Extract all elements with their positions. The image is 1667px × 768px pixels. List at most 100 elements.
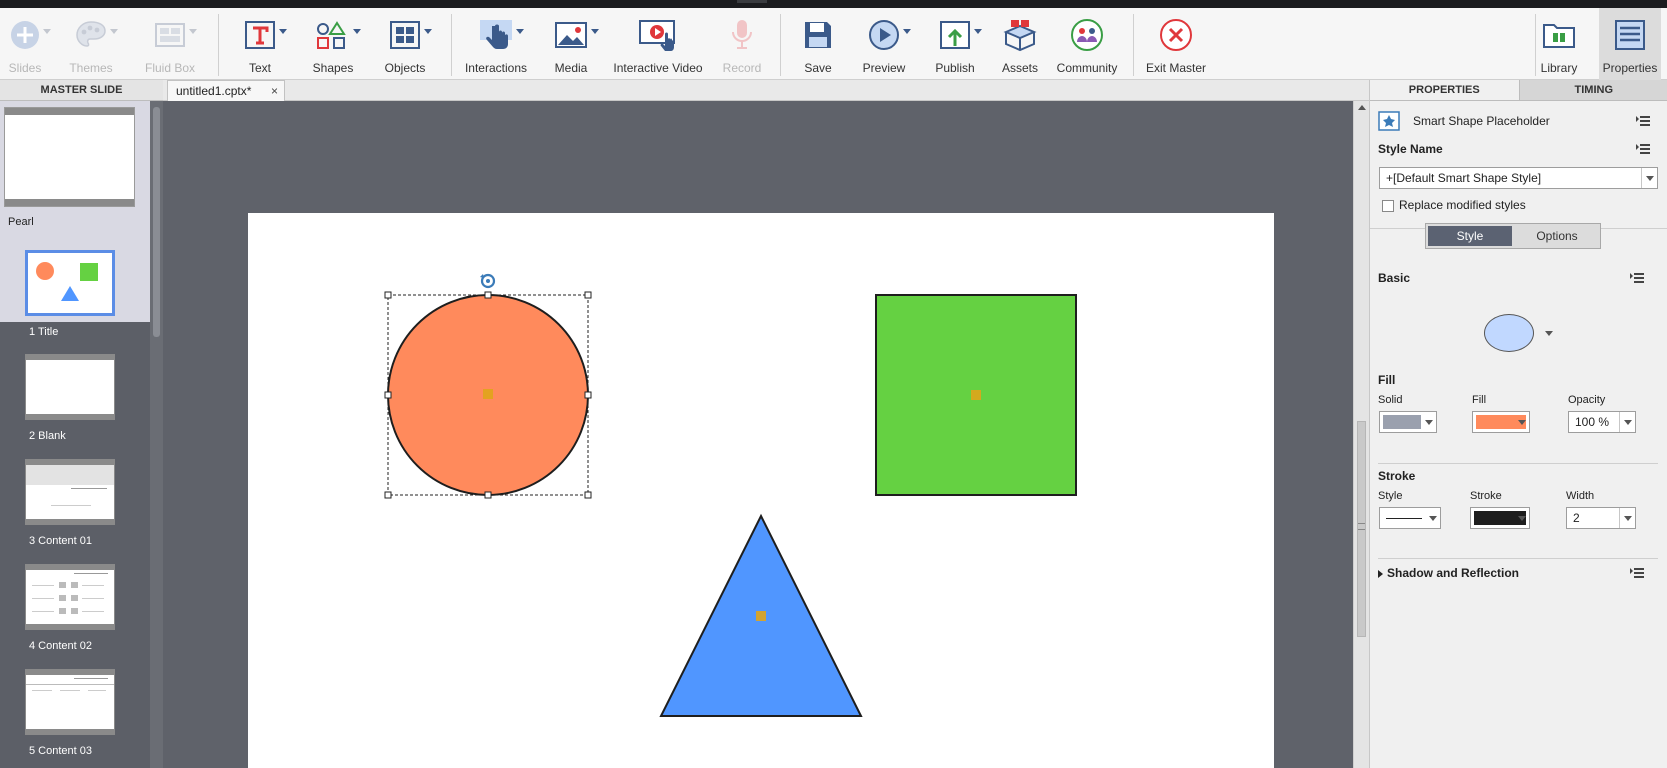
- rotate-handle-icon[interactable]: [480, 273, 496, 289]
- preview-label: Preview: [862, 61, 906, 75]
- style-name-value: +[Default Smart Shape Style]: [1386, 171, 1542, 185]
- basic-menu-icon[interactable]: [1630, 273, 1644, 285]
- save-label: Save: [804, 61, 832, 75]
- stroke-style-label: Style: [1378, 490, 1403, 502]
- interactive-video-button[interactable]: Interactive Video: [612, 8, 704, 80]
- stroke-color-label: Stroke: [1470, 490, 1502, 502]
- layout-thumbnail: [25, 459, 115, 525]
- filmstrip-panel: MASTER SLIDE Pearl 1 Title 2 Blank 3 Con…: [0, 80, 163, 768]
- properties-button[interactable]: Properties: [1599, 8, 1661, 80]
- hand-pointer-icon: [478, 15, 524, 55]
- document-tab-strip: untitled1.cptx* ×: [163, 80, 1369, 101]
- slides-button[interactable]: Slides: [0, 8, 51, 80]
- panel-menu-icon[interactable]: [1636, 116, 1650, 128]
- slides-label: Slides: [8, 61, 42, 75]
- publish-icon: [938, 15, 982, 55]
- stroke-width-select[interactable]: 2: [1566, 507, 1636, 529]
- shadow-reflection-heading[interactable]: Shadow and Reflection: [1387, 566, 1519, 580]
- layout-label: 5 Content 03: [29, 745, 92, 757]
- add-slide-icon: [9, 15, 51, 55]
- layout-thumbnail: [25, 669, 115, 735]
- media-button[interactable]: Media: [546, 8, 599, 80]
- main-toolbar: Slides Themes Fluid Box Text Shapes Obje…: [0, 8, 1667, 80]
- record-button[interactable]: Record: [720, 8, 764, 80]
- library-button[interactable]: Library: [1535, 8, 1583, 80]
- shapes-label: Shapes: [312, 61, 354, 75]
- segment-options[interactable]: Options: [1514, 224, 1600, 248]
- interactive-video-icon: [637, 15, 679, 55]
- fill-color-picker[interactable]: [1472, 411, 1530, 433]
- master-slide-thumbnail: [4, 107, 135, 207]
- fluid-box-button[interactable]: Fluid Box: [140, 8, 200, 80]
- square-shape[interactable]: [875, 294, 1077, 496]
- fill-color-label: Fill: [1472, 394, 1487, 406]
- text-button[interactable]: Text: [236, 8, 287, 80]
- fill-heading: Fill: [1378, 373, 1396, 387]
- document-tab[interactable]: untitled1.cptx* ×: [167, 80, 285, 101]
- tab-timing[interactable]: TIMING: [1519, 80, 1667, 100]
- layout-label: 1 Title: [29, 326, 59, 338]
- exit-master-button[interactable]: Exit Master: [1142, 8, 1210, 80]
- preview-button[interactable]: Preview: [859, 8, 911, 80]
- segment-style[interactable]: Style: [1428, 226, 1512, 246]
- image-icon: [553, 15, 599, 55]
- shapes-button[interactable]: Shapes: [307, 8, 361, 80]
- properties-panel-icon: [1613, 15, 1647, 55]
- stroke-style-select[interactable]: [1379, 507, 1441, 529]
- interactions-label: Interactions: [464, 61, 528, 75]
- style-name-select[interactable]: +[Default Smart Shape Style]: [1379, 167, 1658, 189]
- opacity-label: Opacity: [1568, 394, 1606, 406]
- themes-button[interactable]: Themes: [66, 8, 118, 80]
- layout-thumbnail: [25, 354, 115, 420]
- shadow-menu-icon[interactable]: [1630, 568, 1644, 580]
- interactions-button[interactable]: Interactions: [464, 8, 528, 80]
- publish-button[interactable]: Publish: [931, 8, 982, 80]
- triangle-shape[interactable]: [659, 513, 863, 717]
- microphone-icon: [727, 15, 757, 55]
- window-title-strip: [0, 0, 1667, 8]
- opacity-select[interactable]: 100 %: [1568, 411, 1636, 433]
- layout-label: 4 Content 02: [29, 640, 92, 652]
- community-button[interactable]: Community: [1057, 8, 1117, 80]
- object-name: Smart Shape Placeholder: [1413, 114, 1550, 128]
- themes-label: Themes: [69, 61, 113, 75]
- tab-properties[interactable]: PROPERTIES: [1370, 80, 1520, 100]
- style-menu-icon[interactable]: [1636, 144, 1650, 156]
- layout-thumbnail: [25, 250, 115, 316]
- basic-heading: Basic: [1378, 271, 1411, 285]
- stroke-color-picker[interactable]: [1470, 507, 1530, 529]
- interactive-video-label: Interactive Video: [613, 61, 703, 75]
- filmstrip-scrollbar[interactable]: [150, 101, 163, 768]
- document-tab-label: untitled1.cptx*: [176, 84, 252, 98]
- canvas-scrollbar[interactable]: [1353, 101, 1369, 768]
- library-folder-icon: [1541, 15, 1577, 55]
- record-label: Record: [722, 61, 762, 75]
- shapes-icon: [315, 15, 361, 55]
- circle-shape[interactable]: [387, 294, 589, 496]
- replace-modified-checkbox[interactable]: [1382, 200, 1394, 212]
- text-icon: [243, 15, 287, 55]
- opacity-value: 100 %: [1575, 415, 1610, 429]
- exit-master-label: Exit Master: [1145, 61, 1206, 75]
- expand-arrow-icon[interactable]: [1378, 570, 1383, 578]
- publish-label: Publish: [935, 61, 975, 75]
- community-label: Community: [1056, 61, 1118, 75]
- text-label: Text: [248, 61, 271, 75]
- save-button[interactable]: Save: [797, 8, 839, 80]
- fill-type-select[interactable]: [1379, 411, 1437, 433]
- palette-icon: [74, 15, 118, 55]
- style-options-toggle: Style Options: [1425, 223, 1601, 249]
- assets-button[interactable]: Assets: [997, 8, 1043, 80]
- objects-button[interactable]: Objects: [379, 8, 432, 80]
- layout-label: 3 Content 01: [29, 535, 92, 547]
- close-tab-icon[interactable]: ×: [271, 84, 278, 98]
- floppy-disk-icon: [802, 15, 834, 55]
- master-slide-header: MASTER SLIDE: [0, 80, 163, 101]
- media-label: Media: [554, 61, 588, 75]
- properties-label: Properties: [1602, 61, 1658, 75]
- shape-preview-dropdown-icon[interactable]: [1545, 331, 1553, 336]
- properties-panel: PROPERTIES TIMING Smart Shape Placeholde…: [1369, 80, 1667, 768]
- objects-icon: [388, 15, 432, 55]
- fill-solid-label: Solid: [1378, 394, 1403, 406]
- slide-canvas: [163, 101, 1353, 768]
